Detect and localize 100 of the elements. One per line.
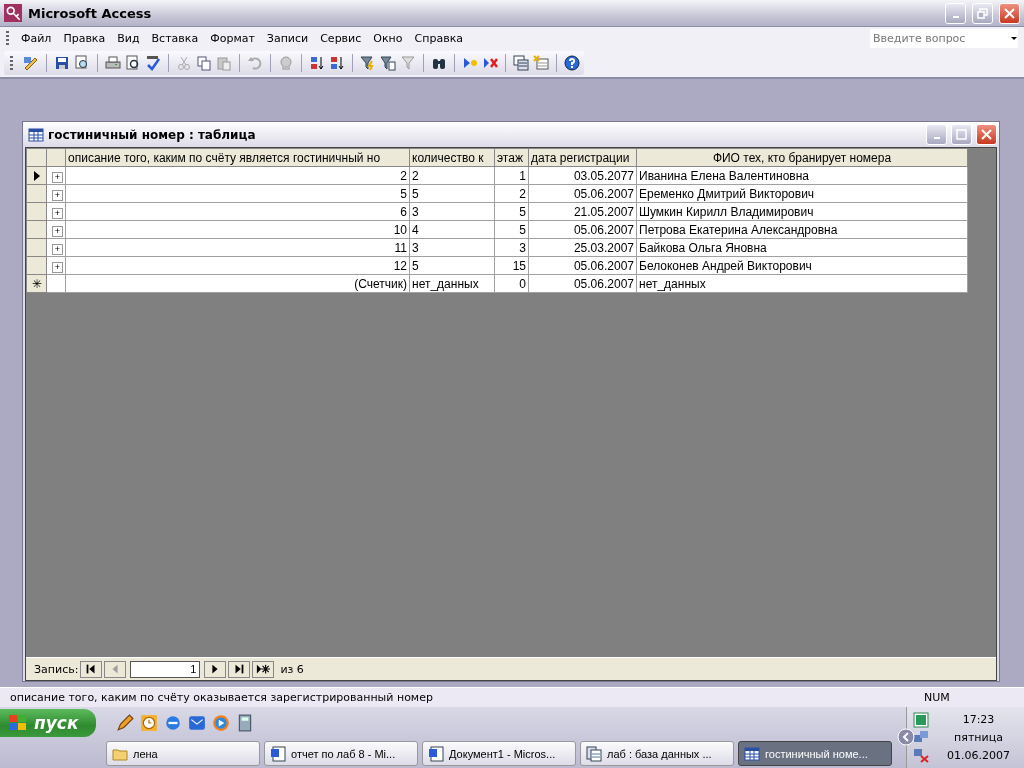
clock-icon[interactable]	[140, 714, 158, 732]
table-cell: нет_данных	[636, 274, 968, 293]
table-cell: 12	[65, 256, 410, 275]
current-record-icon	[33, 170, 40, 181]
calculator-icon[interactable]	[236, 714, 254, 732]
datasheet-title: гостиничный номер : таблица	[48, 127, 257, 142]
close-icon	[1004, 7, 1015, 19]
new-record-button[interactable]	[252, 660, 275, 678]
taskbar-button[interactable]: отчет по лаб 8 - Mi...	[264, 741, 418, 766]
menu-item[interactable]: Файл	[15, 29, 58, 47]
record-count: из 6	[280, 662, 304, 676]
menu-item[interactable]: Сервис	[314, 29, 368, 47]
menu-item[interactable]: Правка	[57, 29, 112, 47]
expand-toggle[interactable]: +	[52, 189, 63, 201]
table-icon	[28, 126, 44, 143]
media-player-icon[interactable]	[212, 714, 230, 732]
first-record-button[interactable]	[80, 660, 103, 678]
new-record-icon[interactable]	[462, 55, 478, 71]
table-cell: 05.06.2007	[528, 274, 637, 293]
record-number-field[interactable]: 1	[130, 660, 201, 678]
close-button[interactable]	[999, 2, 1020, 24]
expand-toggle[interactable]: +	[52, 225, 63, 237]
design-view-icon[interactable]	[23, 55, 39, 71]
taskbar-button[interactable]: гостиничный номе...	[738, 741, 892, 766]
table-cell: нет_данных	[409, 274, 495, 293]
maximize-icon	[956, 129, 967, 140]
pencil-icon[interactable]	[116, 714, 134, 732]
table-cell: 10	[65, 220, 410, 239]
expand-toggle[interactable]: +	[52, 261, 63, 273]
close-icon	[981, 129, 992, 140]
database-window-icon[interactable]	[513, 55, 529, 71]
document-icon	[270, 745, 286, 762]
database-icon	[586, 745, 602, 762]
table-cell: 03.05.2077	[528, 166, 637, 185]
sort-ascending-icon[interactable]	[309, 55, 325, 71]
table-cell: (Счетчик)	[65, 274, 410, 293]
restore-icon	[977, 7, 988, 19]
column-header[interactable]: дата регистрации	[528, 148, 637, 167]
table-cell: Еременко Дмитрий Викторович	[636, 184, 968, 203]
filter-selection-icon[interactable]	[360, 55, 376, 71]
help-search-field[interactable]: Введите вопрос	[870, 28, 1018, 48]
mail-icon[interactable]	[188, 714, 206, 732]
menu-item[interactable]: Вставка	[145, 29, 205, 47]
num-lock-indicator: NUM	[924, 691, 951, 704]
column-header[interactable]: количество к	[409, 148, 495, 167]
taskbar-button[interactable]: лена	[106, 741, 260, 766]
taskbar-button[interactable]: Документ1 - Micros...	[422, 741, 576, 766]
table-cell: 2	[65, 166, 410, 185]
clock-time: 17:23	[961, 713, 996, 727]
new-object-icon[interactable]	[533, 55, 549, 71]
column-header[interactable]: этаж	[494, 148, 529, 167]
table-cell: Петрова Екатерина Александровна	[636, 220, 968, 239]
minimize-icon	[952, 15, 959, 18]
dropdown-arrow-icon[interactable]	[1010, 34, 1018, 42]
close-button[interactable]	[976, 124, 997, 145]
table-cell: 3	[494, 238, 529, 257]
clock-date: 01.06.2007	[946, 748, 1011, 762]
table-cell: Шумкин Кирилл Владимирович	[636, 202, 968, 221]
table-cell: 5	[409, 184, 495, 203]
table-cell: 25.03.2007	[528, 238, 637, 257]
minimize-icon	[933, 137, 940, 139]
column-header[interactable]: ФИО тех, кто бранирует номера	[636, 148, 968, 167]
print-preview-icon[interactable]	[125, 55, 141, 71]
next-record-button[interactable]	[204, 660, 227, 678]
filter-form-icon[interactable]	[380, 55, 396, 71]
start-button[interactable]: пуск	[0, 709, 96, 737]
save-icon[interactable]	[54, 55, 70, 71]
antivirus-icon[interactable]	[913, 711, 929, 728]
column-header[interactable]: описание того, каким по счёту является гостиничный но	[65, 148, 410, 167]
spelling-icon[interactable]	[145, 55, 161, 71]
table-cell: 4	[409, 220, 495, 239]
expand-toggle[interactable]: +	[52, 207, 63, 219]
last-record-button[interactable]	[228, 660, 251, 678]
table-cell: 21.05.2007	[528, 202, 637, 221]
taskbar-button[interactable]: лаб : база данных ...	[580, 741, 734, 766]
table-cell: 5	[494, 202, 529, 221]
print-icon[interactable]	[105, 55, 121, 71]
chevron-icon[interactable]	[897, 728, 915, 746]
table-cell: 1	[494, 166, 529, 185]
expand-toggle[interactable]: +	[52, 243, 63, 255]
table-cell: 05.06.2007	[528, 256, 637, 275]
table-cell: Белоконев Андрей Викторович	[636, 256, 968, 275]
table-cell: 15	[494, 256, 529, 275]
help-icon[interactable]	[564, 55, 580, 71]
network-disconnected-icon[interactable]	[913, 747, 929, 764]
table-cell: Иванина Елена Валентиновна	[636, 166, 968, 185]
menu-item[interactable]: Записи	[260, 29, 315, 47]
new-arrow-icon	[256, 662, 271, 676]
expand-toggle[interactable]: +	[52, 171, 63, 183]
delete-record-icon[interactable]	[482, 55, 498, 71]
menu-item[interactable]: Формат	[204, 29, 261, 47]
search-file-icon[interactable]	[74, 55, 90, 71]
menu-item[interactable]: Вид	[111, 29, 146, 47]
sort-descending-icon[interactable]	[329, 55, 345, 71]
record-label: Запись:	[34, 662, 79, 676]
window-title: Microsoft Access	[28, 5, 153, 21]
copy-icon[interactable]	[196, 55, 212, 71]
menu-item[interactable]: Справка	[408, 29, 469, 47]
menu-item[interactable]: Окно	[367, 29, 409, 47]
table-cell: 05.06.2007	[528, 220, 637, 239]
